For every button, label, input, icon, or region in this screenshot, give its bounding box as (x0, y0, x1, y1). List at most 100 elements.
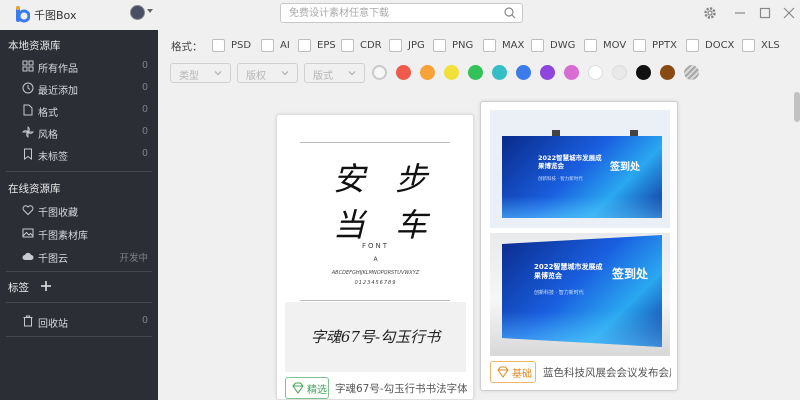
app-logo-icon (16, 6, 30, 23)
divider (6, 171, 152, 172)
format-checkbox-docx[interactable]: DOCX (686, 38, 734, 52)
featured-badge: 精选 (285, 377, 329, 399)
sidebar-item-label: 风格 (38, 130, 58, 141)
trash-icon (23, 315, 33, 327)
format-label: DOCX (705, 39, 735, 51)
format-checkbox-max[interactable]: MAX (483, 38, 524, 52)
sidebar-item-count: 0 (141, 148, 148, 159)
scrollbar-thumb[interactable] (794, 92, 800, 122)
format-checkbox-xls[interactable]: XLS (742, 38, 780, 52)
checkbox[interactable] (341, 38, 354, 52)
chevron-down-icon (348, 71, 356, 76)
search-icon[interactable] (504, 7, 516, 19)
tags-heading: 标签 (8, 282, 29, 294)
format-checkbox-cdr[interactable]: CDR (341, 38, 382, 52)
checkbox[interactable] (433, 38, 446, 52)
type-dropdown[interactable]: 类型 (170, 63, 231, 83)
sidebar-item-material-library[interactable]: 千图素材库 (0, 222, 158, 244)
font-sample-line2: 当 车 (333, 206, 438, 244)
sidebar-item-status: 开发中 (119, 253, 148, 264)
sidebar-item-all-works[interactable]: 所有作品 0 (0, 55, 158, 77)
checkbox[interactable] (584, 38, 597, 52)
color-swatch[interactable] (564, 65, 579, 80)
checkbox[interactable] (212, 38, 225, 52)
diamond-icon (497, 366, 509, 378)
search-input[interactable] (281, 4, 491, 22)
format-label: MAX (502, 39, 525, 51)
format-checkbox-dwg[interactable]: DWG (531, 38, 575, 52)
sidebar-item-label: 格式 (38, 108, 58, 119)
checkbox[interactable] (531, 38, 544, 52)
sidebar-item-untagged[interactable]: 未标签 0 (0, 143, 158, 165)
chevron-down-icon (214, 71, 222, 76)
color-swatch[interactable] (588, 65, 603, 80)
search-box[interactable] (280, 3, 523, 23)
color-swatch[interactable] (468, 65, 483, 80)
chevron-down-icon[interactable] (147, 9, 153, 13)
layout-dropdown[interactable]: 版式 (304, 63, 365, 83)
color-swatch[interactable] (492, 65, 507, 80)
checkbox[interactable] (483, 38, 496, 52)
format-label: JPG (408, 39, 425, 51)
color-swatch[interactable] (540, 65, 555, 80)
format-checkbox-psd[interactable]: PSD (212, 38, 251, 52)
checkbox[interactable] (261, 38, 274, 52)
font-digits: 0123456789 (354, 280, 397, 286)
color-swatch[interactable] (636, 65, 651, 80)
board-preview-flat: 2022智慧城市发展成果博览会 签到处 创新科技 · 智力新时代 (490, 110, 670, 228)
format-checkbox-pptx[interactable]: PPTX (633, 38, 677, 52)
sidebar-item-recent[interactable]: 最近添加 0 (0, 77, 158, 99)
image-icon (22, 228, 34, 238)
checkbox[interactable] (389, 38, 402, 52)
transparent-swatch[interactable] (684, 65, 699, 80)
diamond-icon (292, 382, 304, 394)
asset-card-board[interactable]: 2022智慧城市发展成果博览会 签到处 创新科技 · 智力新时代 2022智慧城… (480, 101, 678, 391)
board-image: 2022智慧城市发展成果博览会 签到处 创新科技 · 智力新时代 (502, 136, 662, 218)
divider (6, 271, 152, 272)
color-swatch[interactable] (612, 65, 627, 80)
close-icon[interactable] (782, 6, 796, 20)
board-title: 2022智慧城市发展成果博览会 (538, 154, 602, 170)
format-checkbox-ai[interactable]: AI (261, 38, 290, 52)
add-tag-icon[interactable] (40, 280, 52, 292)
checkbox[interactable] (298, 38, 311, 52)
checkbox[interactable] (686, 38, 699, 52)
sidebar-item-count: 0 (141, 315, 148, 326)
format-label: EPS (317, 39, 336, 51)
color-swatch[interactable] (516, 65, 531, 80)
dropdown-label: 类型 (179, 71, 199, 82)
font-sample-line1: 安 步 (333, 160, 438, 198)
dropdown-label: 版式 (313, 71, 333, 82)
copyright-dropdown[interactable]: 版权 (237, 63, 298, 83)
format-checkbox-jpg[interactable]: JPG (389, 38, 425, 52)
avatar[interactable] (130, 5, 145, 20)
format-checkbox-mov[interactable]: MOV (584, 38, 626, 52)
divider (6, 336, 152, 337)
card-title: 蓝色科技风展会会议发布会展板 (543, 367, 671, 379)
asset-card-font[interactable]: 安 步 当 车 FONT A ABCDEFGHIJKLMNOPQRSTUVWXY… (276, 114, 474, 400)
sidebar-item-trash[interactable]: 回收站 0 (0, 310, 158, 332)
badge-label: 精选 (307, 384, 327, 396)
color-swatch[interactable] (660, 65, 675, 80)
sidebar-item-style[interactable]: 风格 0 (0, 121, 158, 143)
format-checkbox-png[interactable]: PNG (433, 38, 473, 52)
color-swatch[interactable] (420, 65, 435, 80)
maximize-icon[interactable] (758, 6, 772, 20)
format-label: PPTX (652, 39, 678, 51)
checkbox[interactable] (742, 38, 755, 52)
color-swatch[interactable] (444, 65, 459, 80)
gear-icon[interactable] (703, 6, 717, 20)
format-checkbox-eps[interactable]: EPS (298, 38, 336, 52)
minimize-icon[interactable] (733, 6, 747, 20)
chevron-down-icon (281, 71, 289, 76)
local-library-heading: 本地资源库 (8, 40, 61, 52)
format-label: XLS (761, 39, 780, 51)
sidebar-item-format[interactable]: 格式 0 (0, 99, 158, 121)
sidebar-item-label: 千图云 (38, 254, 68, 265)
color-swatch[interactable] (396, 65, 411, 80)
sidebar-item-label: 未标签 (38, 152, 68, 163)
sidebar-item-cloud[interactable]: 千图云 开发中 (0, 245, 158, 267)
sidebar-item-favorites[interactable]: 千图收藏 (0, 199, 158, 221)
color-swatch[interactable] (372, 65, 387, 80)
checkbox[interactable] (633, 38, 646, 52)
